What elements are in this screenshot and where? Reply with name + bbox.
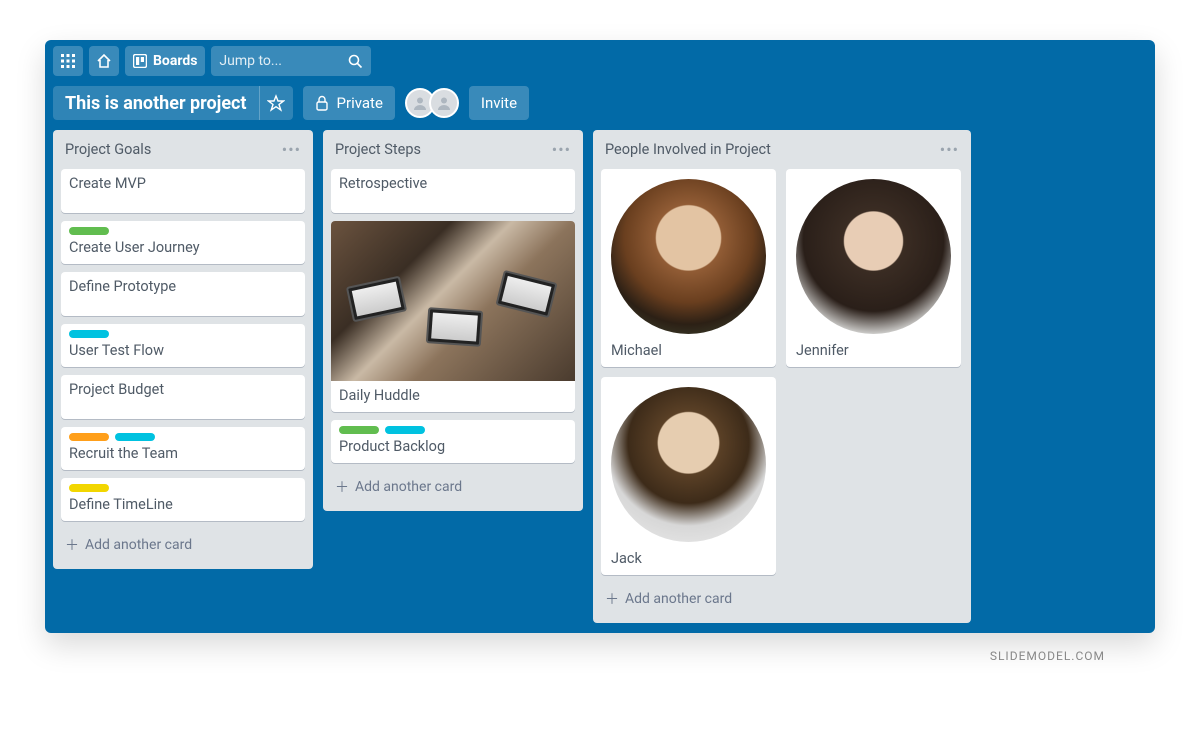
card-title: User Test Flow — [69, 342, 164, 359]
card-title: Project Budget — [69, 381, 164, 398]
search-icon — [348, 54, 363, 69]
visibility-label: Private — [337, 94, 383, 112]
card-title: Create MVP — [69, 175, 146, 192]
list-title[interactable]: People Involved in Project — [605, 141, 771, 158]
list-menu-button[interactable]: ••• — [552, 140, 571, 159]
people-grid: Michael Jennifer Jack — [601, 169, 963, 575]
star-icon — [267, 94, 285, 112]
list-header: People Involved in Project ••• — [601, 138, 963, 161]
boards-label: Boards — [153, 53, 197, 69]
list-header: Project Steps ••• — [331, 138, 575, 161]
search-input[interactable]: Jump to... — [211, 46, 371, 76]
list-title[interactable]: Project Goals — [65, 141, 151, 158]
list-people-involved: People Involved in Project ••• Michael J… — [593, 130, 971, 623]
label-blue — [69, 330, 109, 338]
star-button[interactable] — [259, 86, 293, 120]
card[interactable]: Define TimeLine — [61, 478, 305, 521]
person-photo — [611, 387, 766, 542]
lists-container: Project Goals ••• Create MVP Create User… — [45, 130, 1155, 623]
label-blue — [385, 426, 425, 434]
label-yellow — [69, 484, 109, 492]
card-title: Daily Huddle — [339, 387, 420, 404]
invite-button[interactable]: Invite — [469, 86, 529, 120]
person-card[interactable]: Jennifer — [786, 169, 961, 367]
person-icon — [412, 95, 428, 111]
footer-credit: SLIDEMODEL.COM — [45, 633, 1155, 663]
card-title: Retrospective — [339, 175, 427, 192]
list-title[interactable]: Project Steps — [335, 141, 421, 158]
avatar[interactable] — [429, 88, 459, 118]
card[interactable]: Retrospective — [331, 169, 575, 213]
label-green — [339, 426, 379, 434]
add-card-label: Add another card — [625, 591, 732, 607]
card-title: Create User Journey — [69, 239, 200, 256]
plus-icon: ＋ — [65, 535, 79, 555]
list-project-steps: Project Steps ••• Retrospective Daily Hu… — [323, 130, 583, 511]
person-card[interactable]: Jack — [601, 377, 776, 575]
topbar: Boards Jump to... — [45, 40, 1155, 82]
card-title: Recruit the Team — [69, 445, 178, 462]
lock-icon — [315, 95, 329, 111]
person-name: Jack — [611, 550, 766, 567]
person-name: Jennifer — [796, 342, 951, 359]
person-card[interactable]: Michael — [601, 169, 776, 367]
add-card-button[interactable]: ＋ Add another card — [601, 583, 963, 615]
card-cover-image — [331, 221, 575, 381]
board-header: This is another project Private Invite — [45, 82, 1155, 130]
card[interactable]: Create User Journey — [61, 221, 305, 264]
boards-button[interactable]: Boards — [125, 46, 205, 76]
card[interactable]: Define Prototype — [61, 272, 305, 316]
home-button[interactable] — [89, 46, 119, 76]
person-name: Michael — [611, 342, 766, 359]
visibility-button[interactable]: Private — [303, 86, 395, 120]
grid-icon — [61, 54, 75, 68]
invite-label: Invite — [481, 94, 517, 112]
board-title-wrap: This is another project — [53, 86, 293, 120]
board-title[interactable]: This is another project — [53, 93, 259, 114]
card-title: Product Backlog — [339, 438, 445, 455]
card[interactable]: Create MVP — [61, 169, 305, 213]
member-avatars[interactable] — [405, 88, 459, 118]
card[interactable]: Daily Huddle — [331, 221, 575, 412]
card[interactable]: Recruit the Team — [61, 427, 305, 470]
add-card-button[interactable]: ＋ Add another card — [61, 529, 305, 561]
boards-icon — [133, 54, 147, 68]
label-green — [69, 227, 109, 235]
plus-icon: ＋ — [605, 589, 619, 609]
app-window: Boards Jump to... This is another projec… — [45, 40, 1155, 633]
list-menu-button[interactable]: ••• — [940, 140, 959, 159]
label-blue — [115, 433, 155, 441]
home-icon — [96, 53, 112, 69]
card[interactable]: User Test Flow — [61, 324, 305, 367]
list-header: Project Goals ••• — [61, 138, 305, 161]
add-card-label: Add another card — [85, 537, 192, 553]
label-orange — [69, 433, 109, 441]
search-placeholder: Jump to... — [219, 53, 282, 69]
list-project-goals: Project Goals ••• Create MVP Create User… — [53, 130, 313, 569]
person-photo — [611, 179, 766, 334]
card[interactable]: Project Budget — [61, 375, 305, 419]
person-icon — [436, 95, 452, 111]
list-menu-button[interactable]: ••• — [282, 140, 301, 159]
plus-icon: ＋ — [335, 477, 349, 497]
apps-button[interactable] — [53, 46, 83, 76]
add-card-button[interactable]: ＋ Add another card — [331, 471, 575, 503]
card[interactable]: Product Backlog — [331, 420, 575, 463]
card-title: Define Prototype — [69, 278, 176, 295]
add-card-label: Add another card — [355, 479, 462, 495]
card-title: Define TimeLine — [69, 496, 173, 513]
person-photo — [796, 179, 951, 334]
